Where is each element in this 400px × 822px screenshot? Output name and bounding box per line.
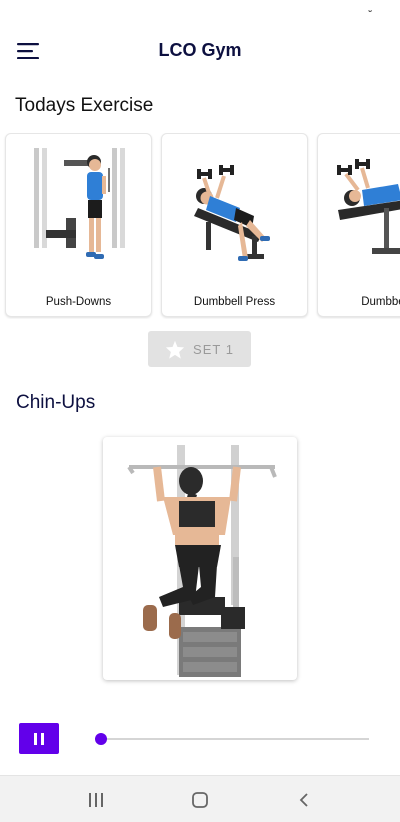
home-icon [192, 792, 208, 808]
system-navigation-bar [0, 775, 400, 822]
exercise-card-dumbbell-t[interactable]: Dumbbell T [317, 133, 400, 317]
app-screen: ᵕ LCO Gym Todays Exercise Push-Downs Dum… [0, 0, 400, 822]
pause-button[interactable] [19, 723, 59, 754]
progress-slider[interactable] [95, 733, 369, 745]
status-bar: ᵕ [0, 0, 400, 24]
star-icon [165, 340, 185, 359]
triceps-pushdown-illustration [34, 148, 125, 259]
current-exercise-title: Chin-Ups [16, 392, 96, 413]
incline-dumbbell-press-illustration [194, 165, 270, 261]
back-button[interactable] [292, 790, 316, 810]
set-button-label: SET 1 [193, 341, 234, 357]
recents-icon [89, 793, 103, 807]
exercise-card-push-downs[interactable]: Push-Downs [5, 133, 152, 317]
pause-icon [32, 732, 46, 745]
home-button[interactable] [188, 790, 212, 810]
exercise-card-label: Dumbbell Press [193, 296, 276, 308]
set-button[interactable]: SET 1 [148, 331, 251, 367]
exercise-card-dumbbell-press[interactable]: Dumbbell Press [161, 133, 308, 317]
exercise-figure-card [103, 437, 297, 680]
dumbbell-fly-illustration [337, 159, 400, 254]
chin-ups-illustration [127, 445, 277, 677]
app-title: LCO Gym [158, 40, 242, 60]
exercise-carousel[interactable]: Push-Downs Dumbbell Press Dumbb [0, 133, 400, 319]
exercise-card-label: Dumbbell T [361, 296, 400, 308]
back-icon [299, 793, 308, 807]
progress-slider-thumb[interactable] [95, 733, 108, 745]
playback-controls [0, 718, 400, 762]
todays-exercise-heading: Todays Exercise [15, 95, 154, 116]
app-bar: LCO Gym [0, 26, 400, 78]
recents-button[interactable] [84, 790, 108, 810]
exercise-card-label: Push-Downs [45, 296, 112, 308]
status-icon: ᵕ [368, 6, 372, 16]
